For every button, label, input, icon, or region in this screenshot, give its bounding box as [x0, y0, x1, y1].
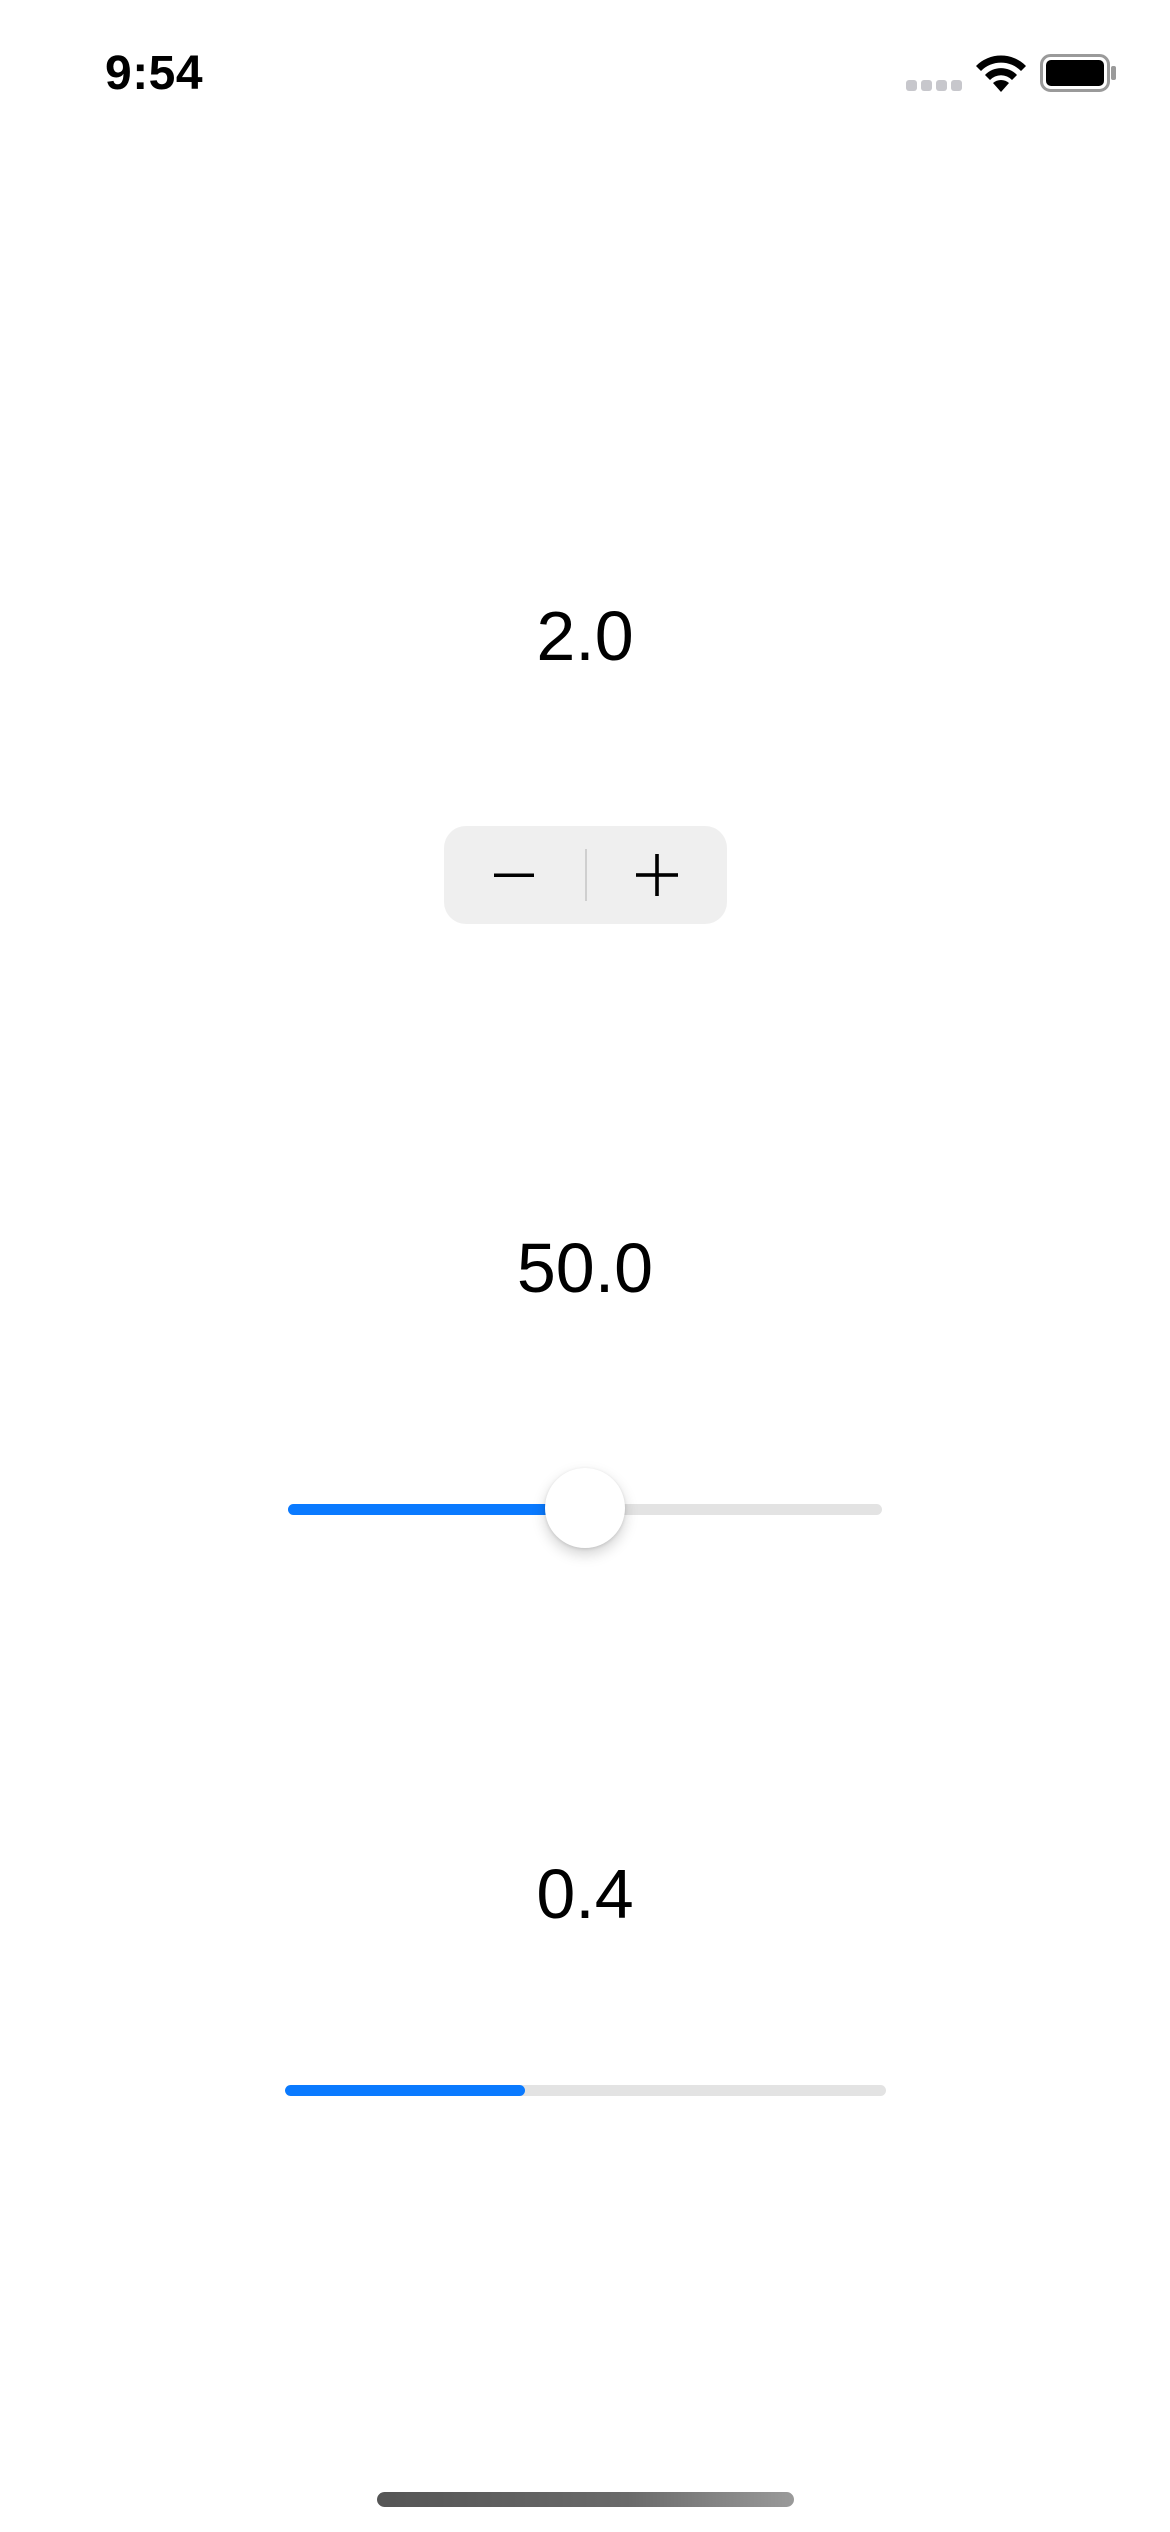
home-indicator[interactable]: [377, 2492, 794, 2507]
value-slider[interactable]: [288, 1468, 882, 1548]
app-screen: 9:54 2.0 50.0 0.4: [0, 0, 1170, 2532]
wifi-icon: [976, 55, 1026, 92]
status-time: 9:54: [105, 47, 204, 100]
plus-icon: [635, 854, 678, 896]
battery-icon: [1040, 54, 1116, 92]
slider-thumb[interactable]: [545, 1468, 625, 1548]
minus-icon: [494, 873, 535, 877]
progress-value-label: 0.4: [536, 1855, 634, 1933]
slider-fill: [288, 1504, 585, 1515]
progress-fill: [285, 2085, 526, 2096]
slider-value-label: 50.0: [516, 1229, 654, 1307]
stepper-decrement-button[interactable]: [444, 826, 585, 924]
progress-bar: [285, 2085, 886, 2096]
stepper-value-label: 2.0: [536, 597, 634, 675]
signal-dots-icon: [906, 80, 964, 92]
stepper-increment-button[interactable]: [587, 826, 728, 924]
stepper: [444, 826, 727, 924]
